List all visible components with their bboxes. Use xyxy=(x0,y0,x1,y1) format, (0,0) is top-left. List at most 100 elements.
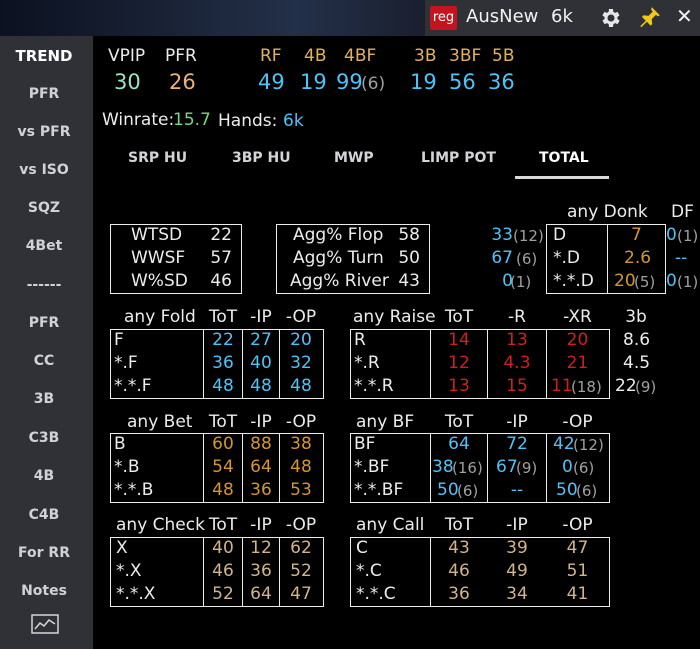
check-r3-ip: 64 xyxy=(250,584,272,604)
sidebar-item-vs-iso[interactable]: vs ISO xyxy=(0,162,88,178)
raise-r2-r: 4.3 xyxy=(503,353,531,373)
sidebar-item-c4b[interactable]: C4B xyxy=(0,507,88,523)
raise-r3-tot: 13 xyxy=(448,376,470,396)
player-type-badge[interactable]: reg xyxy=(430,6,457,30)
sidebar-item-pfr[interactable]: PFR xyxy=(0,86,88,102)
df-header: DF xyxy=(671,202,694,222)
sidebar-item-notes[interactable]: Notes xyxy=(0,583,88,599)
bet-header: any Bet xyxy=(127,412,193,432)
3b-label: 3B xyxy=(414,46,437,66)
check-r2-tot: 46 xyxy=(212,561,234,581)
trend-chart-icon[interactable] xyxy=(31,614,59,634)
fold-label-1: F xyxy=(114,330,124,350)
bf-r3-op-n: (6) xyxy=(576,482,598,500)
donk-left-2: 67 xyxy=(491,248,513,268)
donk-label-1: D xyxy=(553,225,567,245)
bet-label-2: *.B xyxy=(114,457,140,477)
sidebar-divider: ------ xyxy=(26,277,62,293)
bf-label-3: *.*.BF xyxy=(354,480,404,500)
tab-mwp[interactable]: MWP xyxy=(334,150,374,166)
donk-value-3-n: (5) xyxy=(634,273,656,291)
sidebar-item-3b[interactable]: 3B xyxy=(0,391,88,407)
check-label-2: *.X xyxy=(116,561,142,581)
fold-r3-tot: 48 xyxy=(212,376,234,396)
sidebar-item-trend[interactable]: TREND xyxy=(0,47,88,65)
sidebar-item-4bet[interactable]: 4Bet xyxy=(0,238,88,254)
call-r1-tot: 43 xyxy=(448,538,470,558)
bf-label-2: *.BF xyxy=(354,457,390,477)
raise-3b-1: 8.6 xyxy=(623,330,651,350)
tab-3bp-hu[interactable]: 3BP HU xyxy=(232,150,291,166)
raise-col-3b: 3b xyxy=(625,307,647,327)
agg-flop-value: 58 xyxy=(398,225,420,245)
sidebar-item-sqz[interactable]: SQZ xyxy=(0,200,88,216)
tab-limp-pot[interactable]: LIMP POT xyxy=(421,150,496,166)
vpip-value: 30 xyxy=(114,70,141,94)
bf-r1-ip: 72 xyxy=(506,434,528,454)
check-col-ip: -IP xyxy=(250,515,272,535)
check-r1-op: 62 xyxy=(290,538,312,558)
tab-total[interactable]: TOTAL xyxy=(539,150,589,166)
bf-r3-op: 50 xyxy=(556,480,578,500)
call-r3-op: 41 xyxy=(566,584,589,604)
wtsd-label: WTSD xyxy=(131,225,183,245)
wsd-label: W%SD xyxy=(131,271,188,291)
fold-r2-tot: 36 xyxy=(212,353,234,373)
call-r3-tot: 36 xyxy=(448,584,470,604)
sidebar-item-pfr-2[interactable]: PFR xyxy=(0,315,88,331)
fold-r3-op: 48 xyxy=(290,376,312,396)
raise-r3-r: 15 xyxy=(506,376,528,396)
fold-r1-ip: 27 xyxy=(250,330,272,350)
call-col-tot: ToT xyxy=(444,515,474,535)
sidebar-item-cc[interactable]: CC xyxy=(0,353,88,369)
sidebar-item-for-rr[interactable]: For RR xyxy=(0,545,88,561)
bet-col-ip: -IP xyxy=(250,412,272,432)
3bf-value: 56 xyxy=(449,70,476,94)
4bf-sample: (6) xyxy=(361,74,386,94)
df-value-1-n: (1) xyxy=(677,227,699,245)
sidebar-item-vs-pfr[interactable]: vs PFR xyxy=(0,124,88,140)
call-col-op: -OP xyxy=(562,515,593,535)
raise-label-2: *.R xyxy=(354,353,380,373)
hands-count-badge: 6k xyxy=(551,6,573,27)
pin-icon[interactable] xyxy=(636,5,662,31)
3bf-label: 3BF xyxy=(449,46,482,66)
sidebar-item-c3b[interactable]: C3B xyxy=(0,430,88,446)
winrate-value: 15.7 xyxy=(173,110,211,130)
raise-label-1: R xyxy=(354,330,366,350)
close-icon[interactable]: ✕ xyxy=(676,4,693,28)
wwsf-value: 57 xyxy=(210,248,232,268)
wtsd-value: 22 xyxy=(210,225,232,245)
raise-r2-tot: 12 xyxy=(448,353,470,373)
fold-r1-op: 20 xyxy=(290,330,312,350)
gear-icon[interactable] xyxy=(598,6,622,30)
raise-r1-r: 13 xyxy=(506,330,528,350)
sidebar-item-4b[interactable]: 4B xyxy=(0,468,88,484)
bet-r1-op: 38 xyxy=(290,434,312,454)
check-r2-ip: 36 xyxy=(250,561,272,581)
call-header: any Call xyxy=(356,515,425,535)
bf-r2-tot-n: (16) xyxy=(452,459,483,477)
bf-r1-op-n: (12) xyxy=(573,436,604,454)
fold-r2-ip: 40 xyxy=(250,353,272,373)
raise-header: any Raise xyxy=(353,307,436,327)
df-value-3-n: (1) xyxy=(677,273,699,291)
donk-value-1: 7 xyxy=(631,225,642,245)
5b-value: 36 xyxy=(488,70,515,94)
check-r3-tot: 52 xyxy=(212,584,234,604)
tab-active-indicator xyxy=(515,176,609,179)
fold-col-op: -OP xyxy=(285,307,317,327)
hands-value: 6k xyxy=(283,111,304,131)
raise-r1-xr: 20 xyxy=(566,330,589,350)
bet-col-tot: ToT xyxy=(208,412,238,432)
tab-srp-hu[interactable]: SRP HU xyxy=(128,150,187,166)
3b-value: 19 xyxy=(410,70,437,94)
window-background-strip xyxy=(0,0,425,36)
fold-col-tot: ToT xyxy=(208,307,238,327)
fold-r1-tot: 22 xyxy=(212,330,234,350)
donk-left-2-n: (6) xyxy=(516,250,538,268)
donk-label-3: *.*.D xyxy=(553,271,594,291)
raise-r3-xr-n: (18) xyxy=(571,378,602,396)
agg-river-label: Agg% River xyxy=(290,271,389,291)
winrate-label: Winrate: xyxy=(102,110,175,130)
